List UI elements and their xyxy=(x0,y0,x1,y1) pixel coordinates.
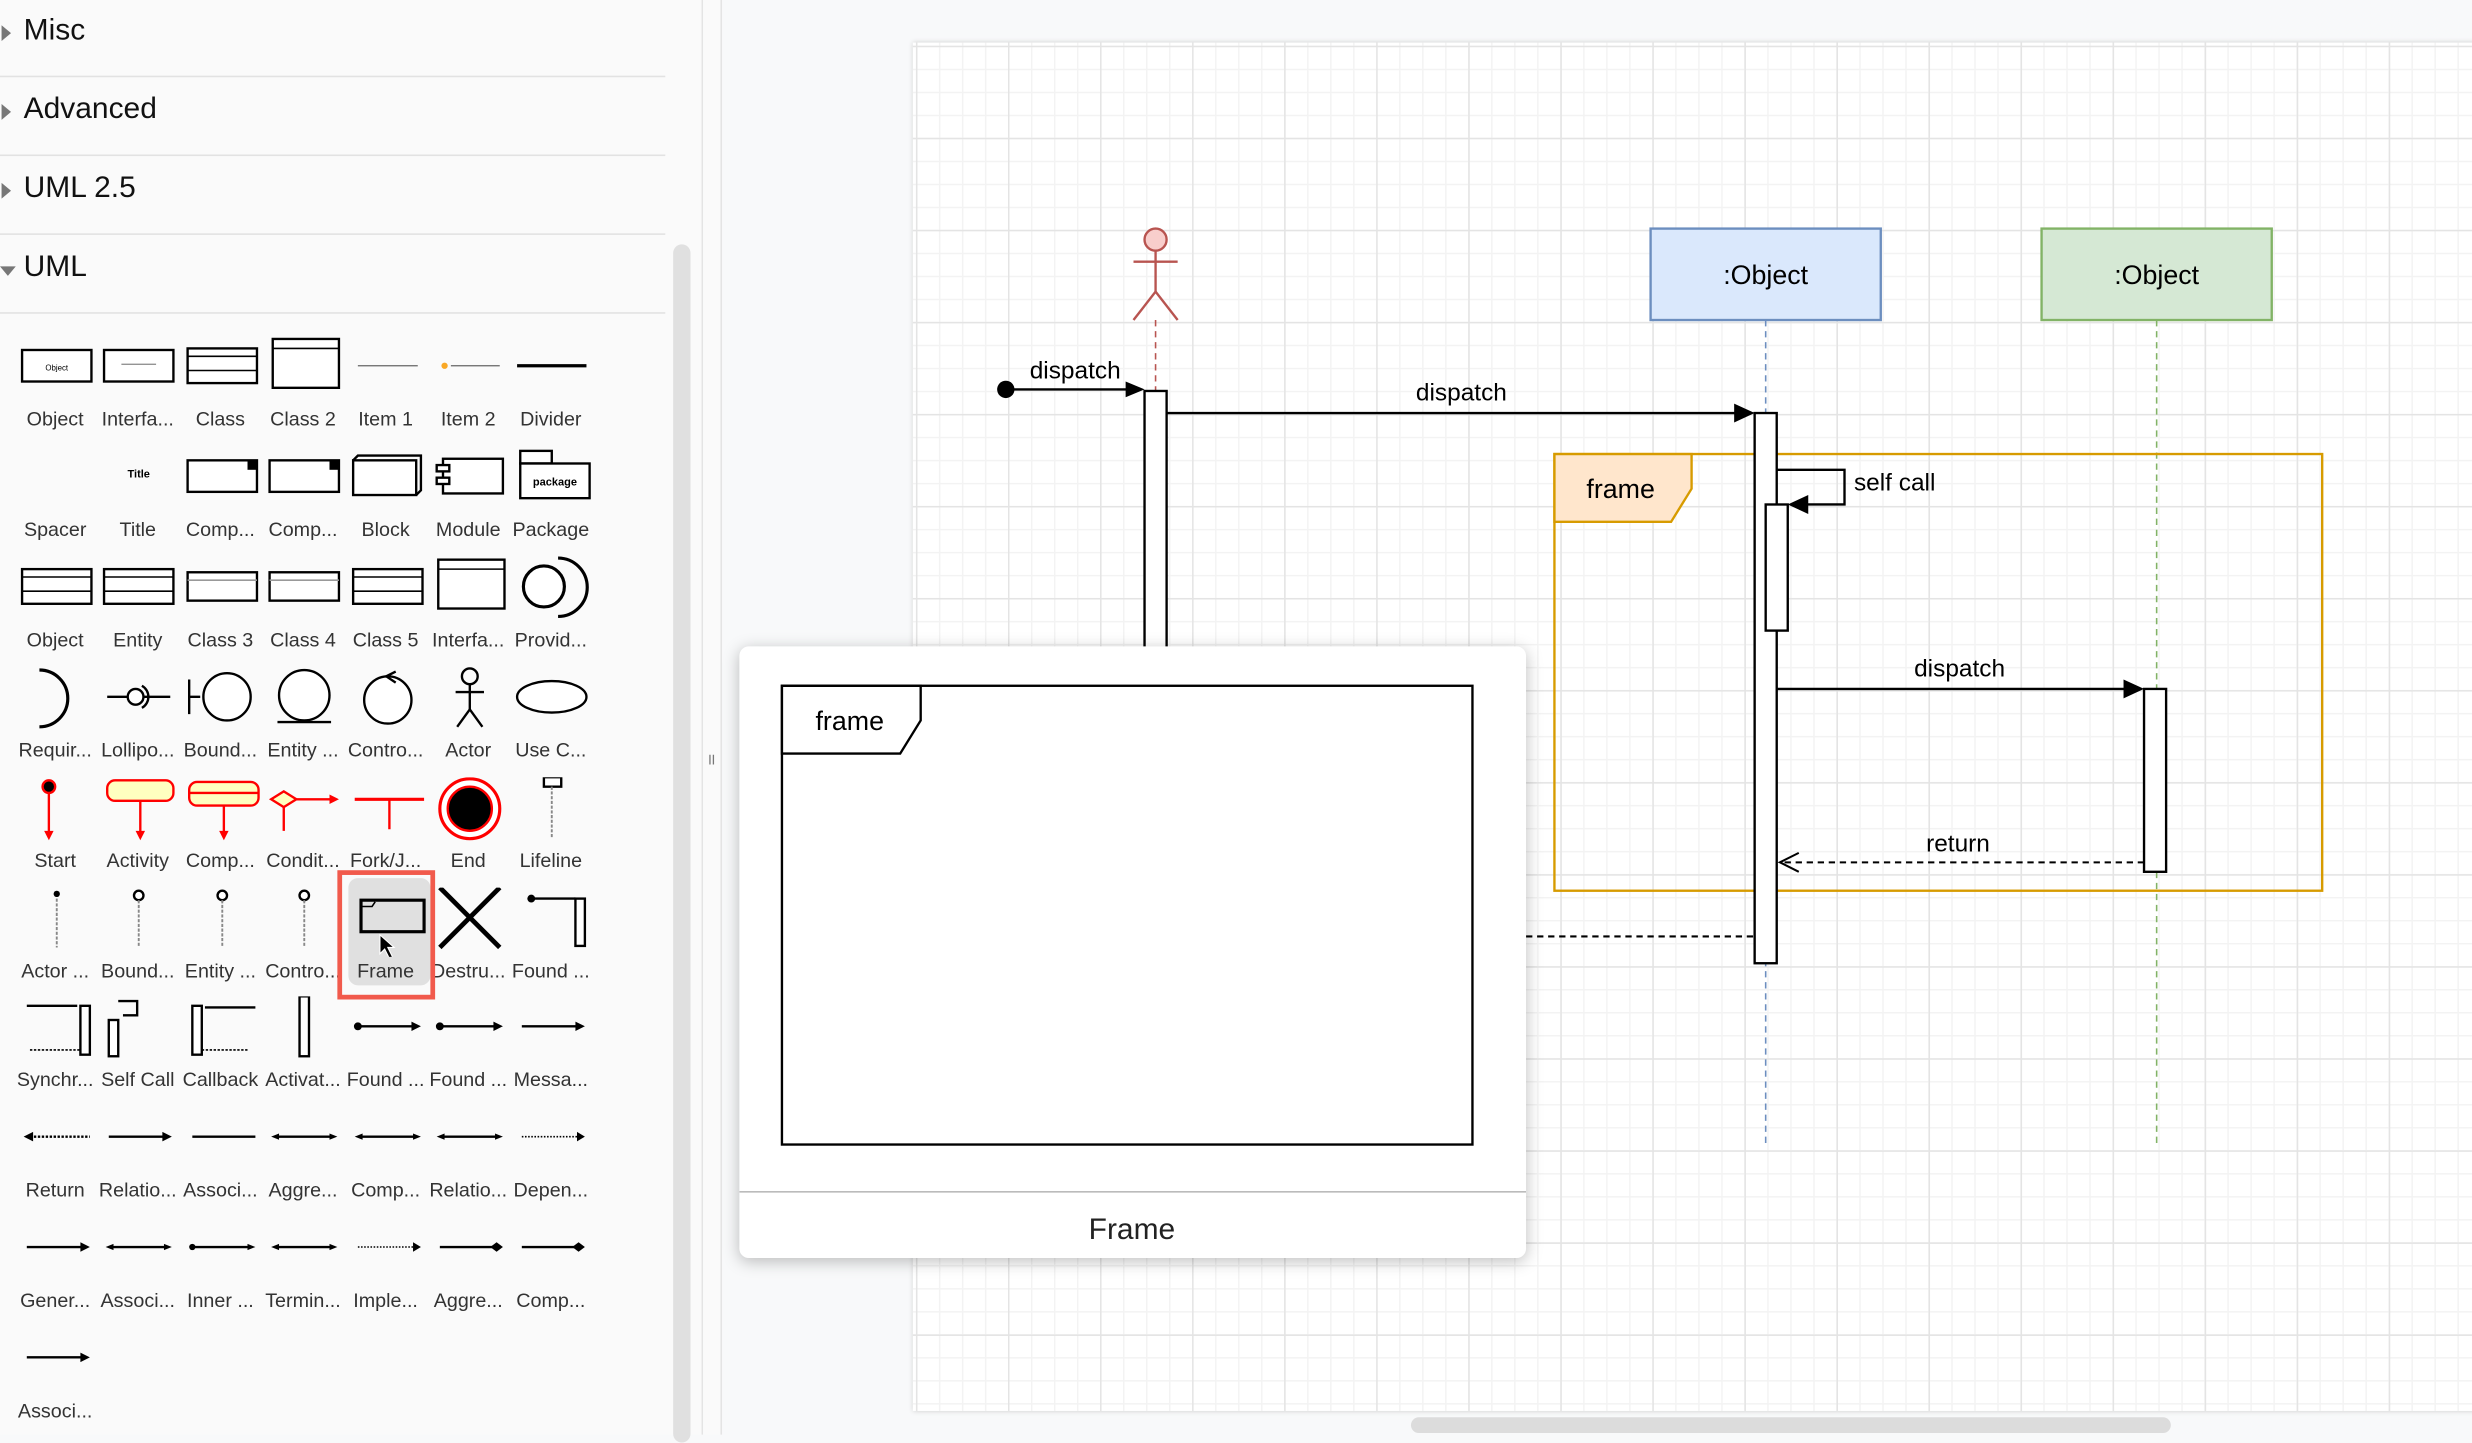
dispatch-label-2: dispatch xyxy=(1914,655,2005,682)
frame-label: frame xyxy=(1586,474,1655,504)
dispatch-label-1: dispatch xyxy=(1416,379,1507,406)
found-message[interactable]: dispatch xyxy=(997,357,1145,399)
actor[interactable] xyxy=(1132,227,1179,321)
return-label: return xyxy=(1926,830,1990,857)
object-2[interactable]: :Object xyxy=(2040,227,2273,322)
object-1-label: :Object xyxy=(1723,260,1808,290)
found-message-label: dispatch xyxy=(1030,357,1121,384)
object-2-activation[interactable] xyxy=(2142,687,2168,873)
preview-frame-label: frame xyxy=(815,706,884,736)
object-2-label: :Object xyxy=(2114,260,2199,290)
self-call-label: self call xyxy=(1854,469,1935,496)
dispatch-message-1[interactable]: dispatch xyxy=(1166,379,1755,423)
return-message[interactable]: return xyxy=(1777,830,2145,873)
self-call-message[interactable]: self call xyxy=(1776,468,1936,514)
preview-title: Frame xyxy=(1089,1213,1176,1246)
actor-activation[interactable] xyxy=(1143,389,1168,661)
shape-preview-tooltip: frame Frame xyxy=(739,646,1527,1259)
nested-activation[interactable] xyxy=(1764,503,1789,632)
object-1-activation[interactable] xyxy=(1753,411,1778,965)
horizontal-scrollbar[interactable] xyxy=(1410,1417,2171,1434)
object-1[interactable]: :Object xyxy=(1649,227,1882,322)
dispatch-message-2[interactable]: dispatch xyxy=(1776,655,2145,699)
